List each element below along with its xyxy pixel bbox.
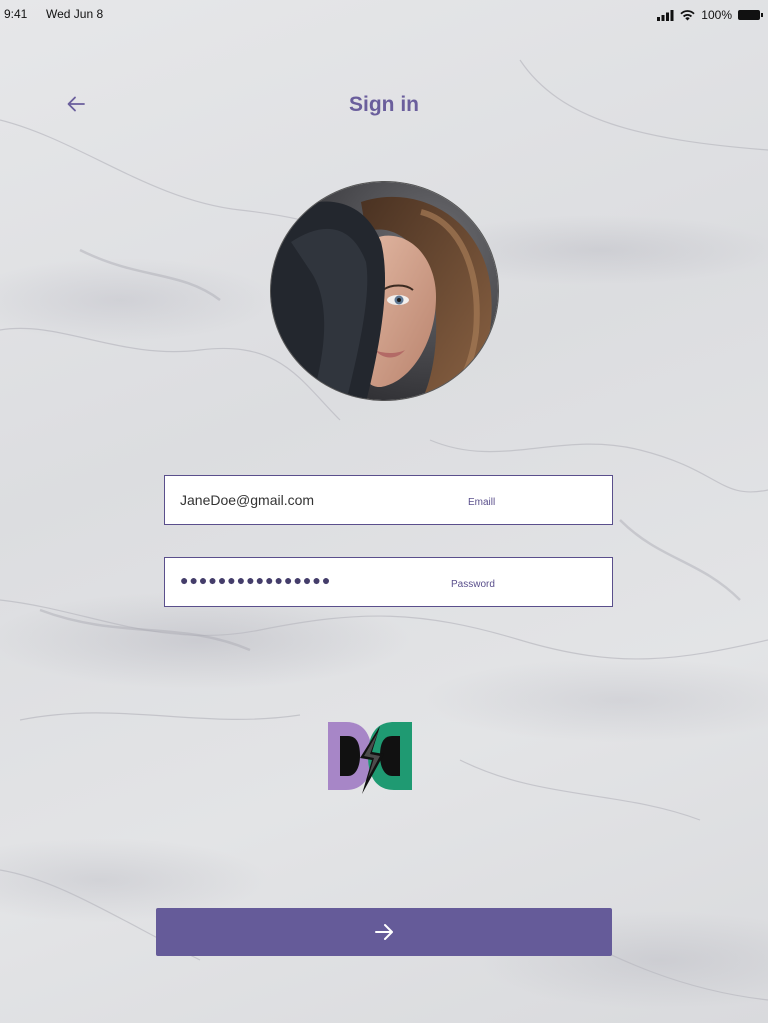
password-field[interactable]: ●●●●●●●●●●●●●●●● Password (164, 557, 613, 607)
cellular-signal-icon (657, 9, 674, 21)
password-label: Password (451, 579, 495, 590)
app-logo (328, 722, 412, 794)
email-field[interactable]: Emaill (164, 475, 613, 525)
email-label: Emaill (468, 497, 496, 508)
battery-icon (738, 10, 763, 20)
email-input[interactable] (180, 492, 440, 508)
password-input[interactable]: ●●●●●●●●●●●●●●●● (180, 572, 440, 588)
battery-percent: 100% (701, 8, 732, 22)
status-indicators: 100% (657, 8, 763, 22)
avatar-photo (271, 182, 498, 400)
avatar[interactable] (270, 181, 499, 401)
arrow-right-icon (375, 924, 393, 940)
submit-button[interactable] (156, 908, 612, 956)
status-time: 9:41 (4, 7, 28, 21)
page-title: Sign in (349, 93, 419, 116)
status-date: Wed Jun 8 (46, 7, 104, 21)
wifi-icon (680, 9, 695, 20)
status-bar: 9:41 Wed Jun 8 100% (0, 0, 768, 24)
